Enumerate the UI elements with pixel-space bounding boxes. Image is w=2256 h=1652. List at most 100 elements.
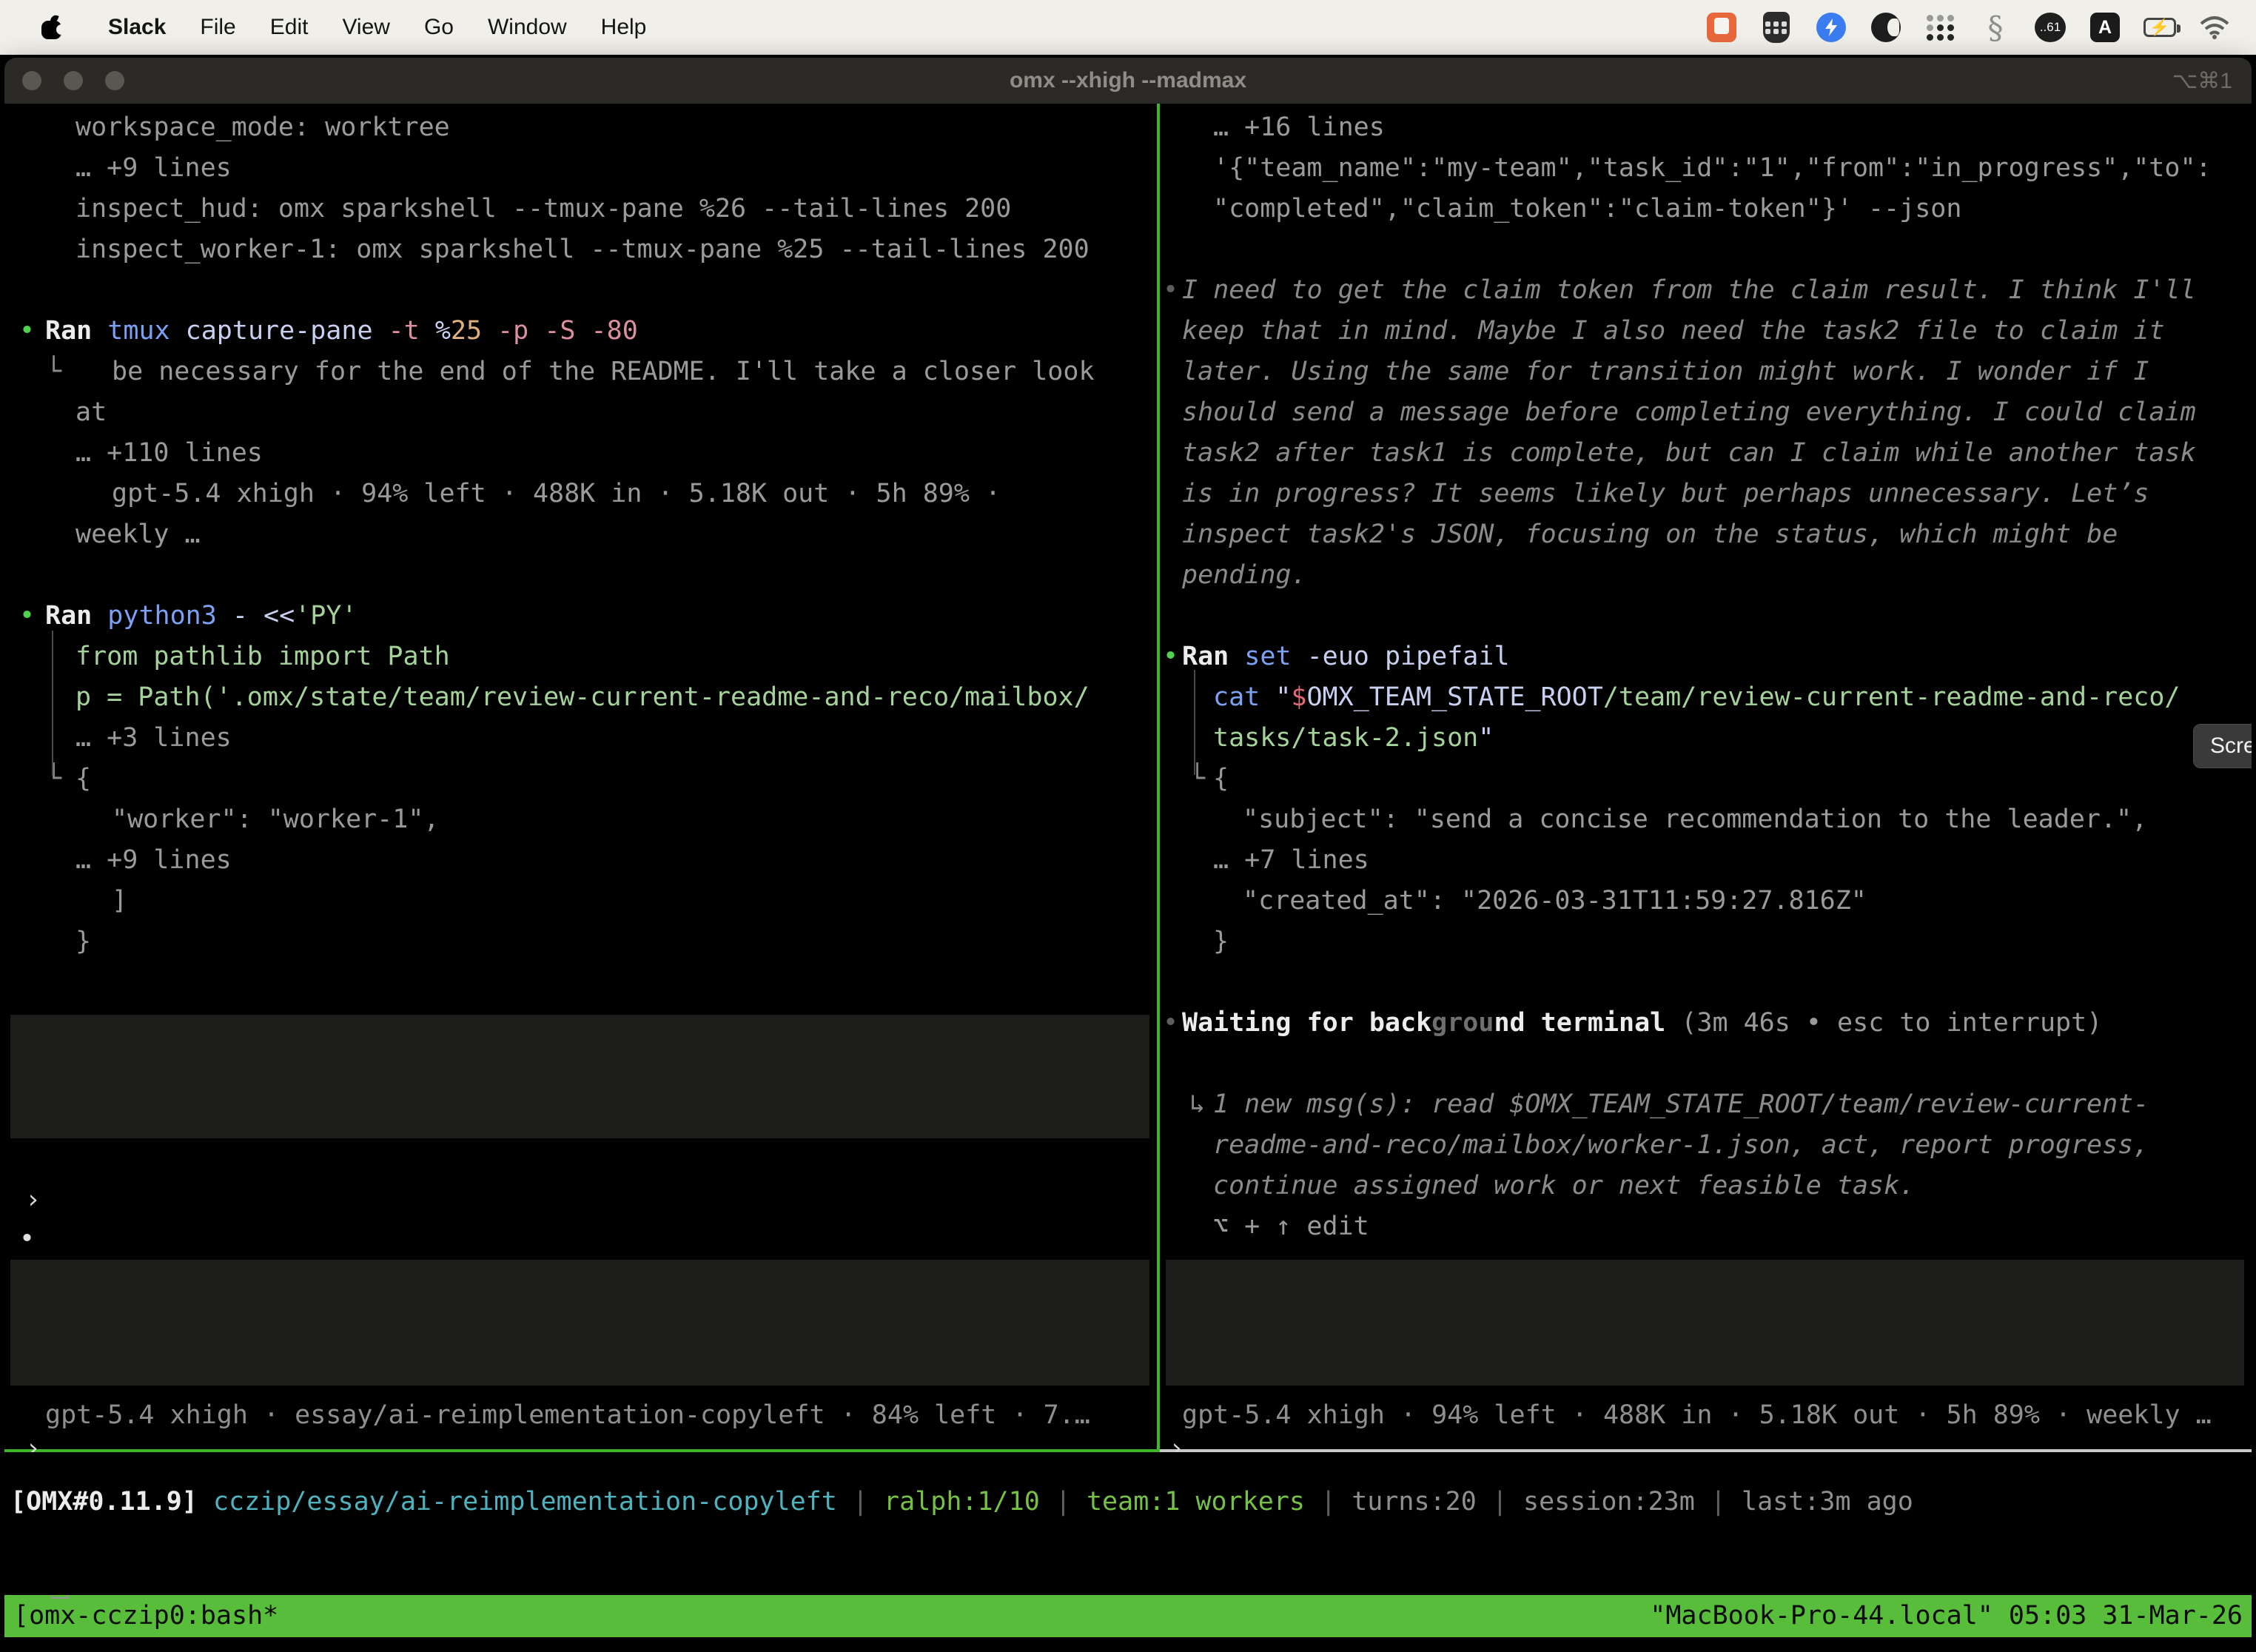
text-segment: { [1213,764,1229,793]
omx-status-line: [OMX#0.11.9] cczip/essay/ai-reimplementa… [10,1482,1913,1522]
text-segment: $ [1291,682,1306,712]
text-segment: { [75,764,91,793]
terminal-line: … +16 lines [1160,107,2252,148]
terminal-line: └{ [4,759,1157,799]
text-segment: -euo pipefail [1307,642,1510,671]
left-prompt-input[interactable]: › Improve documentation in @filename [10,1260,1149,1386]
apple-bite [56,24,67,35]
window-title: omx --xhigh --madmax [4,68,2252,93]
blank-line [1160,596,2252,637]
terminal-line: at [4,392,1157,433]
omx-status-segment: turns:20 [1352,1487,1477,1517]
branch-marker-icon: └ [46,352,61,392]
menu-item-edit[interactable]: Edit [253,15,326,40]
crescent-app-icon[interactable] [1870,11,1902,44]
dots-grid-icon[interactable] [1924,11,1957,44]
terminal-line: •Ran set -euo pipefail [1160,637,2252,677]
terminal-line: "subject": "send a concise recommendatio… [1160,799,2252,840]
terminal-line: should send a message before completing … [1160,392,2252,433]
text-segment: … +3 lines [75,723,232,753]
menu-item-slack[interactable]: Slack [91,15,183,40]
text-segment: inspect_hud: omx sparkshell --tmux-pane … [75,194,1011,224]
battery-percent-badge-icon[interactable]: ..61 [2034,11,2067,44]
terminal-line: … +9 lines [4,148,1157,189]
text-segment: pending. [1182,560,1307,590]
text-segment: gpt-5.4 xhigh · 94% left · 488K in · 5.1… [112,479,1001,508]
terminal-line: … +3 lines [4,718,1157,759]
text-segment: 1 new msg(s): read $OMX_TEAM_STATE_ROOT/… [1213,1089,2149,1119]
text-segment: capture-pane [186,316,389,346]
omx-status-segment: team:1 workers [1087,1487,1305,1517]
text-segment: 25 [451,316,497,346]
text-segment: later. Using the same for transition mig… [1182,357,2149,386]
text-segment: … +16 lines [1213,113,1385,142]
macos-menu-bar: SlackFileEditViewGoWindowHelp § ..61 A ⚡ [0,0,2256,55]
omx-status-segment: ralph:1/10 [884,1487,1040,1517]
bullet-icon: • [19,1219,35,1260]
terminal-line: •Ran python3 - <<'PY' [4,596,1157,637]
text-segment: "completed","claim_token":"claim-token"}… [1213,194,1961,224]
text-segment: … +9 lines [75,153,232,183]
text-segment: set [1244,642,1306,671]
squiggle-icon[interactable]: § [1979,11,2012,44]
text-segment: "created_at": "2026-03-31T11:59:27.816Z" [1243,886,1867,916]
menu-item-window[interactable]: Window [471,15,584,40]
terminal-line: continue assigned work or next feasible … [1160,1166,2252,1206]
text-segment: OMX_TEAM_STATE_ROOT [1306,682,1602,712]
text-segment: } [1213,927,1229,956]
input-source-icon[interactable]: A [2089,11,2121,44]
terminal-line: •Waiting for background terminal (3m 46s… [1160,1003,2252,1044]
terminal-window: omx --xhigh --madmax ⌥⌘1 workspace_mode:… [4,58,2252,1652]
terminal-line: •I need to get the claim token from the … [1160,270,2252,311]
menu-item-help[interactable]: Help [584,15,664,40]
menu-item-file[interactable]: File [183,15,252,40]
apple-logo-icon[interactable] [41,16,61,39]
menu-item-go[interactable]: Go [407,15,471,40]
blue-bolt-app-icon[interactable] [1815,11,1847,44]
branch-marker-icon: └ [1189,759,1205,799]
text-segment: is in progress? It seems likely but perh… [1182,479,2149,508]
text-segment: Ran [45,316,107,346]
right-prompt-input[interactable]: › Explain this codebase [1166,1260,2244,1386]
terminal-line: workspace_mode: worktree [4,107,1157,148]
text-segment: ] [112,886,127,916]
text-segment: "worker": "worker-1", [112,805,440,834]
terminal-line: from pathlib import Path [4,637,1157,677]
text-segment: - [232,601,263,631]
text-segment: weekly … [75,520,201,549]
terminal-line: readme-and-reco/mailbox/worker-1.json, a… [1160,1125,2252,1166]
branch-marker-icon: └ [46,759,61,799]
text-segment: … +7 lines [1213,845,1369,875]
menu-item-view[interactable]: View [325,15,406,40]
omx-status-segment: | [1040,1487,1087,1517]
text-segment: << [263,601,295,631]
text-segment: … +9 lines [75,845,232,875]
terminal-line: gpt-5.4 xhigh · 94% left · 488K in · 5.1… [4,474,1157,514]
text-segment: " [1478,723,1494,753]
blank-line [4,555,1157,596]
connector-line [1194,670,1195,775]
right-scrollback: … +16 lines'{"team_name":"my-team","task… [1160,107,2252,1247]
terminal-line: inspect task2's JSON, focusing on the st… [1160,514,2252,555]
wifi-icon[interactable] [2198,11,2231,44]
left-pane[interactable]: workspace_mode: worktree … +9 lines inspec… [4,104,1157,1449]
text-segment: -p [497,316,544,346]
keypad-shield-icon[interactable] [1760,11,1793,44]
text-segment: } [75,927,91,956]
terminal-line: pending. [1160,555,2252,596]
working-status-line: • Working (6m 38s • esc to interrupt) [4,1178,1157,1219]
screen-tooltip: Scre [2193,724,2252,768]
screen-recording-icon[interactable] [1705,11,1738,44]
terminal-line: p = Path('.omx/state/team/review-current… [4,677,1157,718]
terminal-line: "worker": "worker-1", [4,799,1157,840]
terminal-line: … +9 lines [4,840,1157,881]
text-segment: Waiting for back [1182,1008,1431,1038]
right-pane[interactable]: … +16 lines'{"team_name":"my-team","task… [1160,104,2252,1449]
terminal-line: •Ran tmux capture-pane -t %25 -p -S -80 [4,311,1157,352]
terminal-line: weekly … [4,514,1157,555]
text-segment: continue assigned work or next feasible … [1213,1171,1915,1201]
battery-charging-icon[interactable]: ⚡ [2143,11,2176,44]
window-shortcut-badge: ⌥⌘1 [2172,68,2232,94]
terminal-line: } [1160,921,2252,962]
window-title-bar[interactable]: omx --xhigh --madmax ⌥⌘1 [4,58,2252,104]
